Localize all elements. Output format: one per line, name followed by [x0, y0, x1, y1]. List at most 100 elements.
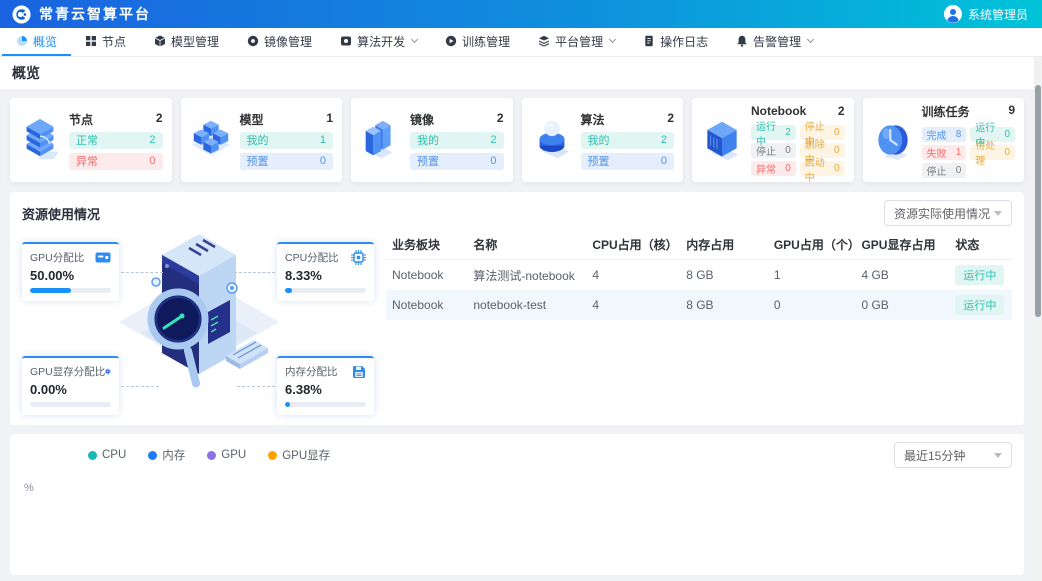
card-count: 1: [326, 111, 333, 128]
stat-card-models[interactable]: 模型 1 我的1 预置0: [181, 98, 343, 182]
page-title: 概览: [12, 63, 40, 83]
chevron-down-icon: [994, 453, 1002, 458]
gauge-value: 8.33%: [285, 268, 366, 283]
nav-item-images[interactable]: 镜像管理: [233, 28, 326, 56]
nav-item-platform[interactable]: 平台管理: [524, 28, 629, 56]
stat-card-notebook[interactable]: Notebook 2 运行中2 停止0 异常0 停止中0 删除中0 启动中0: [692, 98, 854, 182]
col-header: GPU占用（个）: [768, 230, 856, 260]
card-title: 镜像: [410, 111, 434, 128]
connector-line: [121, 386, 159, 387]
card-count: 2: [667, 111, 674, 128]
col-header: GPU显存占用: [855, 230, 949, 260]
status-badge: 我的2: [581, 132, 675, 149]
legend-dot: [207, 451, 216, 460]
user-menu[interactable]: 系统管理员: [944, 5, 1028, 23]
gauge-value: 0.00%: [30, 382, 111, 397]
card-title: 节点: [69, 111, 93, 128]
stat-card-training-tasks[interactable]: 训练任务 9 完成8 失败1 停止0 运行中0 待处理0: [863, 98, 1025, 182]
nav-item-nodes[interactable]: 节点: [71, 28, 140, 56]
col-header: 名称: [467, 230, 586, 260]
alert-bell-icon: [736, 35, 748, 47]
nav-label: 节点: [102, 33, 126, 50]
nav-label: 操作日志: [660, 33, 708, 50]
status-badge: 停止0: [751, 143, 796, 158]
nav-label: 概览: [33, 33, 57, 50]
status-badge: 预置0: [240, 153, 334, 170]
chevron-down-icon: [609, 36, 616, 43]
stat-card-images[interactable]: 镜像 2 我的2 预置0: [351, 98, 513, 182]
gauge-gpu-memory-alloc: GPU显存分配比 0.00%: [22, 356, 119, 415]
nav-label: 告警管理: [753, 33, 801, 50]
status-badge: 预置0: [410, 153, 504, 170]
nav-item-overview[interactable]: 概览: [2, 28, 71, 56]
gpu-memory-chip-icon: [105, 364, 111, 379]
nav-label: 模型管理: [171, 33, 219, 50]
resource-table: 业务板块 名称 CPU占用（核） 内存占用 GPU占用（个） GPU显存占用 状…: [386, 230, 1012, 320]
status-badge: 异常0: [69, 153, 163, 170]
image-icon: [247, 35, 259, 47]
nav-item-logs[interactable]: 操作日志: [629, 28, 722, 56]
brand: 常青云智算平台: [12, 4, 151, 24]
breadcrumb-band: 概览: [0, 57, 1042, 89]
status-badge: 运行中2: [751, 125, 796, 140]
nav-label: 训练管理: [462, 33, 510, 50]
chart-legend: CPU 内存 GPU GPU显存: [88, 447, 330, 463]
resource-section-title: 资源使用情况: [22, 204, 100, 223]
card-count: 2: [838, 104, 845, 118]
nav-item-alerts[interactable]: 告警管理: [722, 28, 827, 56]
cpu-chip-icon: [351, 250, 366, 265]
col-header: 状态: [949, 230, 1012, 260]
table-row[interactable]: Notebook notebook-test 4 8 GB 0 0 GB 运行中: [386, 290, 1012, 320]
page-content: 节点 2 正常2 异常0 模型 1: [0, 89, 1042, 575]
legend-item-cpu[interactable]: CPU: [88, 447, 126, 463]
y-axis-unit-label: %: [24, 482, 1012, 494]
usage-chart-panel: CPU 内存 GPU GPU显存 最近15分钟 %: [10, 434, 1024, 575]
nav-item-training[interactable]: 训练管理: [431, 28, 524, 56]
status-badge: 待处理0: [970, 145, 1015, 160]
chevron-down-icon: [411, 36, 418, 43]
connector-line: [237, 386, 275, 387]
gauge-value: 6.38%: [285, 382, 366, 397]
node-icon: [85, 35, 97, 47]
model-cubes-icon: [187, 117, 235, 163]
logs-icon: [643, 35, 655, 47]
nav-item-models[interactable]: 模型管理: [140, 28, 233, 56]
avatar: [944, 5, 962, 23]
resource-view-select[interactable]: 资源实际使用情况: [884, 200, 1012, 226]
server-illustration: [114, 224, 284, 424]
table-row[interactable]: Notebook 算法测试-notebook 4 8 GB 1 4 GB 运行中: [386, 260, 1012, 291]
image-slabs-icon: [357, 117, 405, 163]
nav-label: 算法开发: [357, 33, 405, 50]
stat-card-nodes[interactable]: 节点 2 正常2 异常0: [10, 98, 172, 182]
card-count: 2: [156, 111, 163, 128]
scrollbar-track[interactable]: [1034, 57, 1042, 581]
time-range-select[interactable]: 最近15分钟: [894, 442, 1012, 468]
stat-card-algorithms[interactable]: 算法 2 我的2 预置0: [522, 98, 684, 182]
gauge-label: 内存分配比: [285, 364, 338, 379]
status-badge: 运行中: [955, 295, 1004, 315]
training-clock-icon: [869, 118, 917, 162]
progress-bar: [30, 288, 71, 293]
algorithm-stack-icon: [528, 117, 576, 163]
nav-item-algorithm-dev[interactable]: 算法开发: [326, 28, 431, 56]
status-badge: 我的1: [240, 132, 334, 149]
training-icon: [445, 35, 457, 47]
resource-gauges-area: GPU分配比 50.00% CPU分配比 8.33%: [22, 230, 374, 424]
main-nav: 概览 节点 模型管理 镜像管理 算法开发 训练管理 平台管理 操作日志 告警管理: [0, 28, 1042, 57]
card-title: 算法: [581, 111, 605, 128]
server-stack-icon: [16, 117, 64, 163]
status-badge: 启动中0: [800, 161, 845, 176]
nav-label: 镜像管理: [264, 33, 312, 50]
legend-item-gpu[interactable]: GPU: [207, 447, 246, 463]
legend-item-memory[interactable]: 内存: [148, 447, 185, 463]
legend-item-gpu-memory[interactable]: GPU显存: [268, 447, 330, 463]
legend-dot: [148, 451, 157, 460]
connector-line: [121, 272, 163, 273]
chevron-down-icon: [807, 36, 814, 43]
scrollbar-thumb[interactable]: [1035, 85, 1041, 317]
algorithm-icon: [340, 35, 352, 47]
select-value: 最近15分钟: [904, 447, 965, 464]
status-badge: 正常2: [69, 132, 163, 149]
chart-plot-area: [22, 494, 1012, 564]
col-header: CPU占用（核）: [586, 230, 680, 260]
